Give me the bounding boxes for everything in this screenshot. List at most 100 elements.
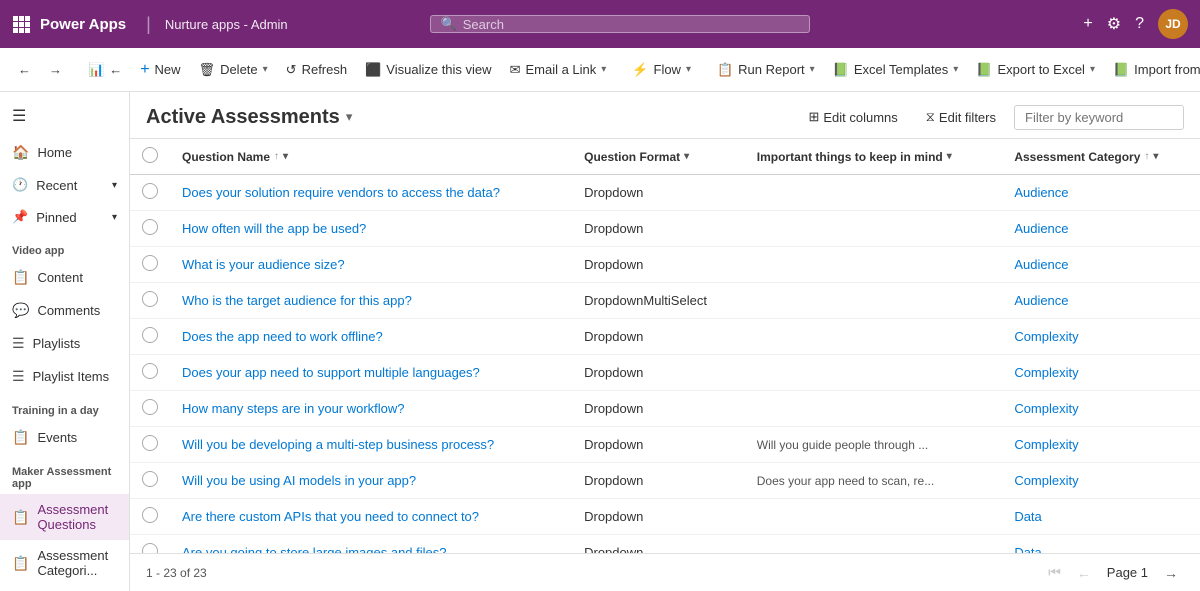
sidebar-item-recent[interactable]: 🕐 Recent ▾: [0, 169, 129, 201]
col-question-name[interactable]: Question Name ↑ ▾: [170, 139, 572, 175]
col-important-things[interactable]: Important things to keep in mind ▾: [745, 139, 1003, 175]
row-checkbox-3[interactable]: [130, 283, 170, 319]
next-page-button[interactable]: →: [1158, 563, 1184, 583]
cell-question-name-8[interactable]: Will you be using AI models in your app?: [170, 463, 572, 499]
avatar[interactable]: JD: [1158, 9, 1188, 39]
filter-keyword-input[interactable]: [1014, 105, 1184, 130]
cell-question-name-2[interactable]: What is your audience size?: [170, 247, 572, 283]
prev-page-button[interactable]: ←: [1071, 563, 1097, 583]
edit-filters-button[interactable]: ⧖ Edit filters: [916, 104, 1006, 130]
sidebar-item-home[interactable]: 🏠 Home: [0, 136, 129, 169]
sidebar-item-comments[interactable]: 💬 Comments: [0, 294, 129, 327]
sidebar-item-assessment-categories[interactable]: 📋 Assessment Categori...: [0, 540, 129, 586]
cell-question-name-9[interactable]: Are there custom APIs that you need to c…: [170, 499, 572, 535]
nav-back-button[interactable]: ←: [10, 57, 39, 82]
edit-columns-button[interactable]: ⊞ Edit columns: [798, 104, 907, 130]
plus-icon[interactable]: +: [1083, 15, 1092, 33]
flow-button[interactable]: ⚡ Flow ▾: [624, 57, 699, 83]
question-link-3[interactable]: Who is the target audience for this app?: [182, 293, 412, 308]
question-link-10[interactable]: Are you going to store large images and …: [182, 545, 447, 553]
row-checkbox-7[interactable]: [130, 427, 170, 463]
sidebar-item-pinned[interactable]: 📌 Pinned ▾: [0, 201, 129, 233]
cell-assessment-category-2[interactable]: Audience: [1002, 247, 1200, 283]
email-link-button[interactable]: ✉ Email a Link ▾: [502, 57, 615, 83]
sidebar-item-content[interactable]: 📋 Content: [0, 261, 129, 294]
question-link-2[interactable]: What is your audience size?: [182, 257, 345, 272]
cell-question-name-7[interactable]: Will you be developing a multi-step busi…: [170, 427, 572, 463]
row-checkbox-2[interactable]: [130, 247, 170, 283]
cell-assessment-category-5[interactable]: Complexity: [1002, 355, 1200, 391]
cell-assessment-category-9[interactable]: Data: [1002, 499, 1200, 535]
show-chart-button[interactable]: 📊 ←: [80, 57, 130, 83]
search-box[interactable]: 🔍: [430, 15, 810, 33]
question-link-4[interactable]: Does the app need to work offline?: [182, 329, 383, 344]
question-link-5[interactable]: Does your app need to support multiple l…: [182, 365, 480, 380]
pagination: ⏮ ← Page 1 →: [1042, 562, 1184, 583]
check-circle-3: [142, 291, 158, 307]
import-excel-button[interactable]: 📗 Import from Excel ▾: [1105, 57, 1200, 83]
cell-question-name-10[interactable]: Are you going to store large images and …: [170, 535, 572, 554]
top-bar-divider: |: [146, 14, 151, 35]
row-checkbox-6[interactable]: [130, 391, 170, 427]
run-report-button[interactable]: 📋 Run Report ▾: [709, 57, 823, 83]
sidebar-item-assessment-questions[interactable]: 📋 Assessment Questions: [0, 494, 129, 540]
row-checkbox-9[interactable]: [130, 499, 170, 535]
cell-assessment-category-6[interactable]: Complexity: [1002, 391, 1200, 427]
question-link-8[interactable]: Will you be using AI models in your app?: [182, 473, 416, 488]
question-link-7[interactable]: Will you be developing a multi-step busi…: [182, 437, 494, 452]
check-circle-10: [142, 543, 158, 553]
cell-question-name-5[interactable]: Does your app need to support multiple l…: [170, 355, 572, 391]
cell-question-name-3[interactable]: Who is the target audience for this app?: [170, 283, 572, 319]
new-button[interactable]: + New: [132, 56, 188, 84]
col-question-format[interactable]: Question Format ▾: [572, 139, 745, 175]
export-excel-button[interactable]: 📗 Export to Excel ▾: [968, 57, 1103, 83]
cell-assessment-category-10[interactable]: Data: [1002, 535, 1200, 554]
delete-chevron: ▾: [263, 64, 268, 75]
search-input[interactable]: [463, 17, 799, 32]
question-link-6[interactable]: How many steps are in your workflow?: [182, 401, 405, 416]
cell-assessment-category-8[interactable]: Complexity: [1002, 463, 1200, 499]
excel-templates-button[interactable]: 📗 Excel Templates ▾: [825, 57, 967, 83]
cell-important-things-7: Will you guide people through ...: [745, 427, 1003, 463]
cell-question-name-0[interactable]: Does your solution require vendors to ac…: [170, 175, 572, 211]
pinned-chevron: ▾: [112, 212, 117, 223]
row-checkbox-0[interactable]: [130, 175, 170, 211]
cell-question-name-1[interactable]: How often will the app be used?: [170, 211, 572, 247]
row-checkbox-1[interactable]: [130, 211, 170, 247]
row-checkbox-8[interactable]: [130, 463, 170, 499]
cell-important-things-9: [745, 499, 1003, 535]
sidebar-item-events[interactable]: 📋 Events: [0, 421, 129, 454]
visualize-button[interactable]: ⬛ Visualize this view: [357, 57, 499, 83]
first-page-button[interactable]: ⏮: [1042, 562, 1067, 583]
row-checkbox-5[interactable]: [130, 355, 170, 391]
sidebar-menu-icon[interactable]: ☰: [0, 96, 129, 136]
row-checkbox-4[interactable]: [130, 319, 170, 355]
cell-assessment-category-7[interactable]: Complexity: [1002, 427, 1200, 463]
table-row: Are there custom APIs that you need to c…: [130, 499, 1200, 535]
question-link-9[interactable]: Are there custom APIs that you need to c…: [182, 509, 479, 524]
question-link-1[interactable]: How often will the app be used?: [182, 221, 366, 236]
settings-icon[interactable]: ⚙: [1107, 14, 1121, 34]
col-assessment-category[interactable]: Assessment Category ↑ ▾: [1002, 139, 1200, 175]
cell-question-name-6[interactable]: How many steps are in your workflow?: [170, 391, 572, 427]
select-all-checkbox[interactable]: [130, 139, 170, 175]
page-title-chevron[interactable]: ▾: [346, 109, 353, 125]
cell-question-name-4[interactable]: Does the app need to work offline?: [170, 319, 572, 355]
app-grid-icon[interactable]: [12, 15, 30, 33]
table-footer: 1 - 23 of 23 ⏮ ← Page 1 →: [130, 553, 1200, 591]
cell-assessment-category-3[interactable]: Audience: [1002, 283, 1200, 319]
cell-assessment-category-1[interactable]: Audience: [1002, 211, 1200, 247]
help-icon[interactable]: ?: [1135, 15, 1144, 33]
refresh-button[interactable]: ↺ Refresh: [278, 57, 355, 83]
table-row: What is your audience size? Dropdown Aud…: [130, 247, 1200, 283]
question-link-0[interactable]: Does your solution require vendors to ac…: [182, 185, 500, 200]
delete-button[interactable]: 🗑 Delete ▾: [191, 57, 276, 83]
row-checkbox-10[interactable]: [130, 535, 170, 554]
cell-important-things-8: Does your app need to scan, re...: [745, 463, 1003, 499]
sidebar-item-playlist-items[interactable]: ☰ Playlist Items: [0, 360, 129, 393]
nav-forward-button[interactable]: →: [41, 57, 70, 82]
sidebar-item-playlists[interactable]: ☰ Playlists: [0, 327, 129, 360]
cell-assessment-category-4[interactable]: Complexity: [1002, 319, 1200, 355]
cell-important-things-4: [745, 319, 1003, 355]
cell-assessment-category-0[interactable]: Audience: [1002, 175, 1200, 211]
